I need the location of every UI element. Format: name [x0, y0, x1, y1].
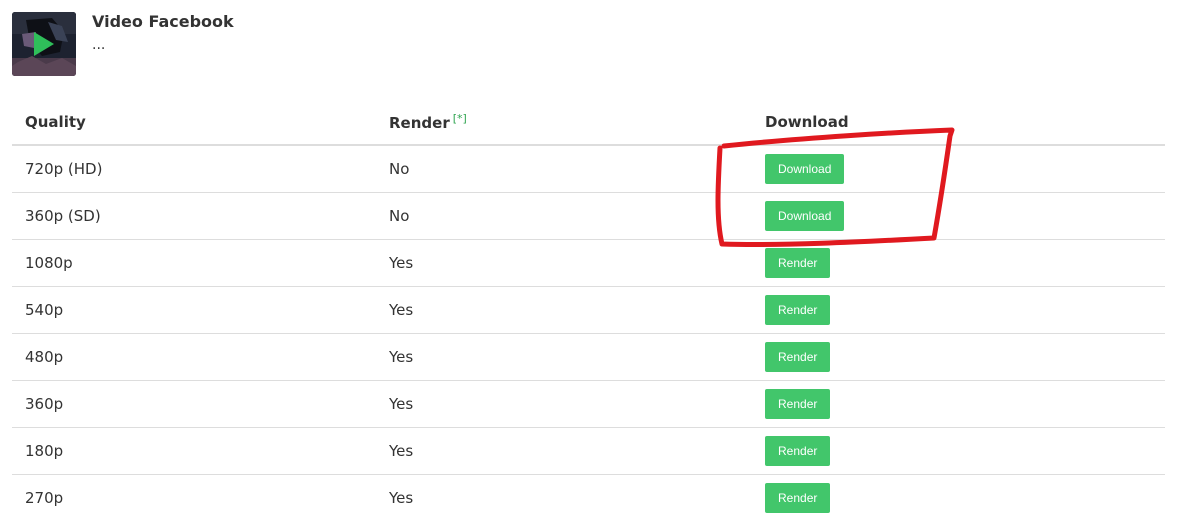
- render-cell: Yes: [389, 348, 414, 366]
- video-title: Video Facebook: [92, 12, 234, 31]
- table-header: Quality Render [*] Download: [12, 100, 1165, 146]
- quality-cell: 480p: [25, 348, 64, 366]
- table-row: 720p (HD) No Download: [12, 146, 1165, 193]
- download-button[interactable]: Download: [765, 201, 845, 231]
- render-cell: No: [389, 160, 410, 178]
- quality-cell: 270p: [25, 489, 64, 507]
- quality-table: Quality Render [*] Download 720p (HD) No …: [12, 100, 1165, 521]
- table-row: 360p (SD) No Download: [12, 193, 1165, 240]
- video-thumbnail[interactable]: [12, 12, 76, 76]
- render-cell: Yes: [389, 395, 414, 413]
- quality-cell: 360p: [25, 395, 64, 413]
- header-render-label: Render: [389, 114, 450, 132]
- render-button[interactable]: Render: [765, 342, 831, 372]
- table-row: 270p Yes Render: [12, 475, 1165, 521]
- render-button[interactable]: Render: [765, 295, 831, 325]
- quality-cell: 1080p: [25, 254, 73, 272]
- video-description: ...: [92, 37, 106, 53]
- render-button[interactable]: Render: [765, 436, 831, 466]
- table-row: 480p Yes Render: [12, 334, 1165, 381]
- render-button[interactable]: Render: [765, 248, 831, 278]
- render-cell: Yes: [389, 301, 414, 319]
- download-button[interactable]: Download: [765, 154, 845, 184]
- video-header: Video Facebook ...: [12, 12, 234, 78]
- render-cell: Yes: [389, 254, 414, 272]
- table-row: 1080p Yes Render: [12, 240, 1165, 287]
- render-button[interactable]: Render: [765, 389, 831, 419]
- header-quality: Quality: [25, 113, 86, 131]
- render-cell: No: [389, 207, 410, 225]
- header-render: Render [*]: [389, 112, 765, 132]
- render-cell: Yes: [389, 489, 414, 507]
- render-button[interactable]: Render: [765, 483, 831, 513]
- header-download: Download: [765, 113, 849, 131]
- quality-cell: 720p (HD): [25, 160, 103, 178]
- table-row: 180p Yes Render: [12, 428, 1165, 475]
- table-row: 360p Yes Render: [12, 381, 1165, 428]
- table-row: 540p Yes Render: [12, 287, 1165, 334]
- quality-cell: 540p: [25, 301, 64, 319]
- quality-cell: 360p (SD): [25, 207, 101, 225]
- quality-cell: 180p: [25, 442, 64, 460]
- thumbnail-image: [12, 12, 76, 76]
- render-cell: Yes: [389, 442, 414, 460]
- render-note-link[interactable]: [*]: [453, 112, 467, 125]
